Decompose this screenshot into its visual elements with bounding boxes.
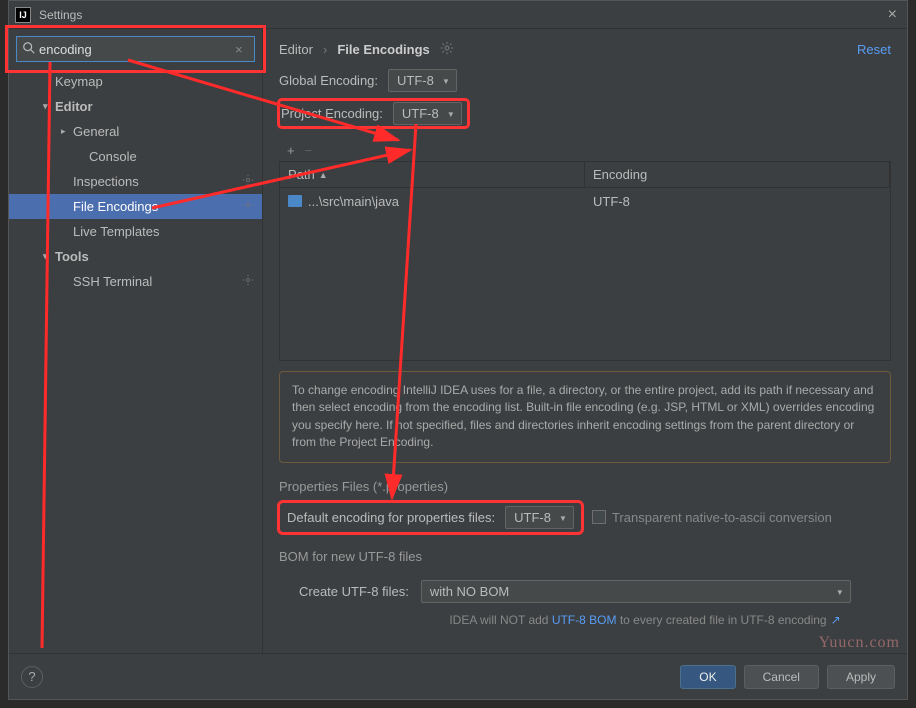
sidebar-item-label: SSH Terminal: [73, 274, 152, 289]
gear-icon: [242, 274, 254, 289]
info-box: To change encoding IntelliJ IDEA uses fo…: [279, 371, 891, 463]
settings-window: IJ Settings × × Keymap▾Editor▸GeneralCon…: [8, 0, 908, 700]
bom-label: Create UTF-8 files:: [299, 584, 409, 599]
sidebar-item-label: Tools: [55, 249, 89, 264]
chevron-down-icon: ▼: [836, 588, 844, 597]
sidebar-item-label: Editor: [55, 99, 93, 114]
help-button[interactable]: ?: [21, 666, 43, 688]
transparent-checkbox[interactable]: Transparent native-to-ascii conversion: [592, 510, 832, 525]
table-header: Path▲ Encoding: [280, 162, 890, 188]
properties-section-label: Properties Files (*.properties): [279, 479, 891, 494]
cell-encoding: UTF-8: [585, 188, 890, 214]
folder-icon: [288, 195, 302, 207]
bom-dropdown[interactable]: with NO BOM ▼: [421, 580, 851, 603]
sidebar-item-label: Inspections: [73, 174, 139, 189]
chevron-down-icon: ▼: [442, 77, 450, 86]
project-encoding-dropdown[interactable]: UTF-8 ▼: [393, 102, 462, 125]
chevron-down-icon: ▼: [559, 514, 567, 523]
chevron-down-icon: ▼: [447, 110, 455, 119]
sidebar-item-live-templates[interactable]: Live Templates: [9, 219, 262, 244]
search-input[interactable]: [39, 42, 232, 57]
sidebar-item-ssh-terminal[interactable]: SSH Terminal: [9, 269, 262, 294]
properties-row: Default encoding for properties files: U…: [279, 502, 891, 533]
sidebar-item-inspections[interactable]: Inspections: [9, 169, 262, 194]
sidebar-item-console[interactable]: Console: [9, 144, 262, 169]
breadcrumb: Editor › File Encodings Reset: [279, 29, 891, 69]
breadcrumb-current: File Encodings: [337, 42, 429, 57]
bom-note: IDEA will NOT add UTF-8 BOM to every cre…: [279, 613, 891, 627]
props-encoding-value: UTF-8: [514, 510, 551, 525]
watermark: Yuucn.com: [819, 634, 900, 652]
sidebar-item-general[interactable]: ▸General: [9, 119, 262, 144]
sidebar-item-file-encodings[interactable]: File Encodings: [9, 194, 262, 219]
add-path-button[interactable]: +: [287, 143, 295, 158]
global-encoding-value: UTF-8: [397, 73, 434, 88]
bom-value: with NO BOM: [430, 584, 509, 599]
sidebar-item-label: File Encodings: [73, 199, 158, 214]
col-encoding[interactable]: Encoding: [585, 162, 890, 187]
table-row[interactable]: ...\src\main\java UTF-8: [280, 188, 890, 214]
chevron-down-icon: ▾: [43, 101, 53, 112]
apply-button[interactable]: Apply: [827, 665, 895, 689]
cancel-button[interactable]: Cancel: [744, 665, 819, 689]
sidebar-item-tools[interactable]: ▾Tools: [9, 244, 262, 269]
body: × Keymap▾Editor▸GeneralConsoleInspection…: [9, 29, 907, 653]
encoding-table: Path▲ Encoding ...\src\main\java UTF-8: [279, 161, 891, 361]
settings-tree: Keymap▾Editor▸GeneralConsoleInspectionsF…: [9, 69, 262, 653]
checkbox-box: [592, 510, 606, 524]
props-encoding-dropdown[interactable]: UTF-8 ▼: [505, 506, 574, 529]
window-title: Settings: [39, 8, 82, 22]
gear-icon: [242, 174, 254, 189]
table-body: ...\src\main\java UTF-8: [280, 188, 890, 360]
sort-asc-icon: ▲: [319, 170, 328, 180]
project-encoding-row: Project Encoding: UTF-8 ▼: [279, 100, 468, 127]
clear-search-icon[interactable]: ×: [235, 42, 249, 56]
search-icon: [22, 41, 36, 55]
sidebar-item-label: General: [73, 124, 119, 139]
utf8-bom-link[interactable]: UTF-8 BOM: [552, 613, 617, 627]
global-encoding-dropdown[interactable]: UTF-8 ▼: [388, 69, 457, 92]
sidebar-item-keymap[interactable]: Keymap: [9, 69, 262, 94]
external-link-icon: ↗: [831, 613, 841, 627]
reset-link[interactable]: Reset: [857, 42, 891, 57]
col-path[interactable]: Path▲: [280, 162, 585, 187]
cell-path: ...\src\main\java: [280, 188, 585, 214]
footer: ? OK Cancel Apply: [9, 653, 907, 699]
chevron-down-icon: ▾: [43, 251, 53, 262]
ok-button[interactable]: OK: [680, 665, 735, 689]
bom-row: Create UTF-8 files: with NO BOM ▼: [279, 580, 891, 603]
chevron-right-icon: ›: [323, 42, 327, 57]
global-encoding-row: Global Encoding: UTF-8 ▼: [279, 69, 891, 92]
sidebar-item-label: Live Templates: [73, 224, 159, 239]
transparent-label: Transparent native-to-ascii conversion: [612, 510, 832, 525]
gear-icon: [242, 199, 254, 214]
chevron-right-icon: ▸: [61, 126, 71, 137]
search-container: ×: [9, 29, 262, 69]
titlebar: IJ Settings ×: [9, 1, 907, 29]
project-encoding-label: Project Encoding:: [281, 106, 383, 121]
props-encoding-label: Default encoding for properties files:: [287, 510, 495, 525]
gear-icon: [440, 41, 454, 58]
bom-section-label: BOM for new UTF-8 files: [279, 549, 891, 564]
sidebar-item-label: Keymap: [55, 74, 103, 89]
global-encoding-label: Global Encoding:: [279, 73, 378, 88]
app-icon: IJ: [15, 7, 31, 23]
sidebar-item-label: Console: [89, 149, 137, 164]
main-panel: Editor › File Encodings Reset Global Enc…: [263, 29, 907, 653]
sidebar-item-editor[interactable]: ▾Editor: [9, 94, 262, 119]
breadcrumb-parent[interactable]: Editor: [279, 42, 313, 57]
close-icon[interactable]: ×: [884, 6, 901, 24]
sidebar: × Keymap▾Editor▸GeneralConsoleInspection…: [9, 29, 263, 653]
remove-path-button[interactable]: −: [305, 143, 313, 158]
project-encoding-value: UTF-8: [402, 106, 439, 121]
search-box[interactable]: ×: [16, 36, 255, 62]
table-toolbar: + −: [279, 139, 891, 161]
